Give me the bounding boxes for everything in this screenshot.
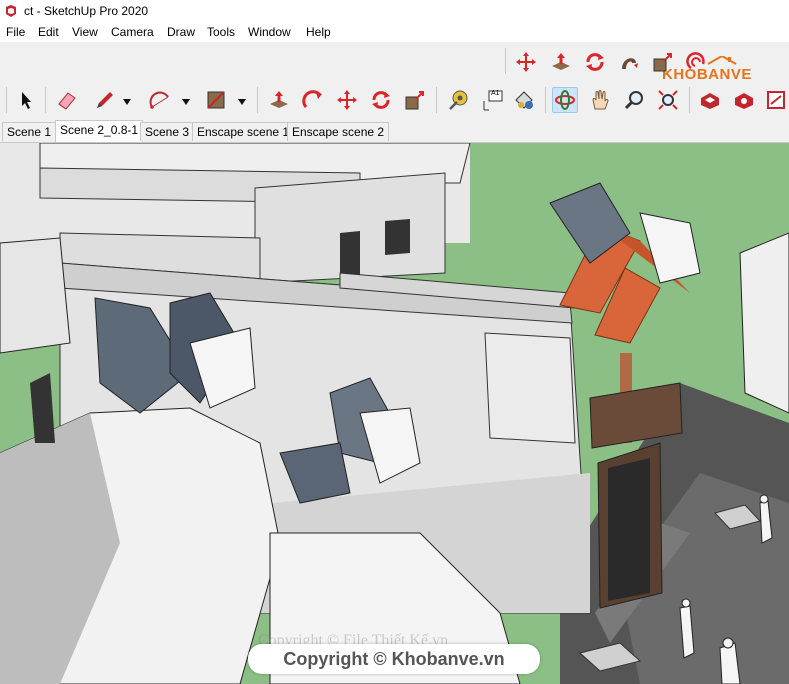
rectangle-tool-button[interactable] xyxy=(203,87,229,113)
title-bar: ct - SketchUp Pro 2020 xyxy=(0,0,789,22)
scale-icon xyxy=(405,91,424,110)
zoom-icon xyxy=(624,91,643,110)
extension-warehouse-button[interactable] xyxy=(731,87,757,113)
window-title: ct - SketchUp Pro 2020 xyxy=(24,4,149,18)
toolbar-separator xyxy=(689,87,690,113)
toolbar-separator xyxy=(257,87,258,113)
layout-icon xyxy=(767,91,785,109)
toolbar-separator xyxy=(6,87,7,113)
toolbar-separator xyxy=(436,87,437,113)
menu-view[interactable]: View xyxy=(72,25,98,39)
extension-icon xyxy=(735,93,753,109)
orbit-tool-button[interactable] xyxy=(552,87,578,113)
pencil-tool-button[interactable] xyxy=(92,87,118,113)
zoom-extents-icon xyxy=(658,90,678,110)
tape-measure-tool-button[interactable] xyxy=(445,87,471,113)
chevron-down-icon[interactable] xyxy=(181,95,191,109)
offset-tool-button[interactable] xyxy=(684,49,710,75)
tab-enscape-scene-2[interactable]: Enscape scene 2 xyxy=(287,122,390,141)
pan-tool-button[interactable] xyxy=(587,87,613,113)
follow-me-icon xyxy=(302,90,322,108)
copyright-text: Copyright © Khobanve.vn xyxy=(283,648,505,669)
sketchup-app-icon xyxy=(6,5,16,17)
push-pull-icon xyxy=(552,53,570,70)
rotate-icon xyxy=(372,91,390,109)
pencil-icon xyxy=(97,92,113,108)
pan-icon xyxy=(592,90,609,110)
tape-measure-icon xyxy=(449,90,468,110)
menu-camera[interactable]: Camera xyxy=(111,25,154,39)
text-tool-button[interactable]: A1 xyxy=(479,87,505,113)
paint-bucket-tool-button[interactable] xyxy=(511,87,537,113)
rectangle-icon xyxy=(207,91,225,109)
menu-window[interactable]: Window xyxy=(248,25,291,39)
push-pull-tool-button-2[interactable] xyxy=(266,87,292,113)
scale-tool-button-2[interactable] xyxy=(402,87,428,113)
eraser-tool-button[interactable] xyxy=(54,87,80,113)
orbit-icon xyxy=(555,90,575,110)
zoom-tool-button[interactable] xyxy=(621,87,647,113)
copyright-watermark: Copyright © Khobanve.vn xyxy=(248,644,540,674)
move-icon xyxy=(516,52,536,72)
toolbar-separator xyxy=(545,87,546,113)
tab-scene-1[interactable]: Scene 1 xyxy=(2,122,57,141)
push-pull-icon xyxy=(270,91,288,108)
zoom-extents-tool-button[interactable] xyxy=(655,87,681,113)
arc-tool-button[interactable] xyxy=(146,87,172,113)
offset-icon xyxy=(686,52,705,70)
tab-scene-2[interactable]: Scene 2_0.8-1 xyxy=(55,120,144,142)
model-viewport[interactable] xyxy=(0,143,789,684)
menu-draw[interactable]: Draw xyxy=(167,25,195,39)
rotate-tool-button-2[interactable] xyxy=(368,87,394,113)
move-tool-button-2[interactable] xyxy=(334,87,360,113)
push-pull-tool-button[interactable] xyxy=(548,49,574,75)
select-icon xyxy=(22,92,31,109)
arc-icon xyxy=(149,91,169,109)
menu-file[interactable]: File xyxy=(6,25,25,39)
send-to-layout-button[interactable] xyxy=(763,87,789,113)
toolbar-area: KHOBANVE A1 xyxy=(0,42,789,120)
paint-bucket-icon xyxy=(515,91,533,109)
menu-help[interactable]: Help xyxy=(306,25,331,39)
select-tool-button[interactable] xyxy=(13,87,39,113)
toolbar-separator xyxy=(45,87,46,113)
follow-me-icon xyxy=(622,58,638,69)
menu-bar: File Edit View Camera Draw Tools Window … xyxy=(0,22,789,42)
3d-model-render xyxy=(0,143,789,684)
3d-warehouse-button[interactable] xyxy=(697,87,723,113)
move-icon xyxy=(337,90,357,110)
eraser-icon xyxy=(58,92,76,110)
follow-me-tool-button-2[interactable] xyxy=(300,87,326,113)
warehouse-icon xyxy=(701,93,719,109)
tab-scene-3[interactable]: Scene 3 xyxy=(140,122,195,141)
text-tool-label: A1 xyxy=(491,90,500,97)
scale-icon xyxy=(653,53,672,72)
menu-edit[interactable]: Edit xyxy=(38,25,59,39)
follow-me-tool-button[interactable] xyxy=(616,49,642,75)
rotate-icon xyxy=(586,53,604,71)
scene-tab-bar: Scene 1 Scene 2_0.8-1 Scene 3 Enscape sc… xyxy=(0,120,789,143)
chevron-down-icon[interactable] xyxy=(237,95,247,109)
tab-enscape-scene-1[interactable]: Enscape scene 1 xyxy=(192,122,295,141)
menu-tools[interactable]: Tools xyxy=(207,25,235,39)
toolbar-separator xyxy=(505,48,506,74)
chevron-down-icon[interactable] xyxy=(122,95,132,109)
scale-tool-button[interactable] xyxy=(650,49,676,75)
move-tool-button[interactable] xyxy=(513,49,539,75)
rotate-tool-button[interactable] xyxy=(582,49,608,75)
